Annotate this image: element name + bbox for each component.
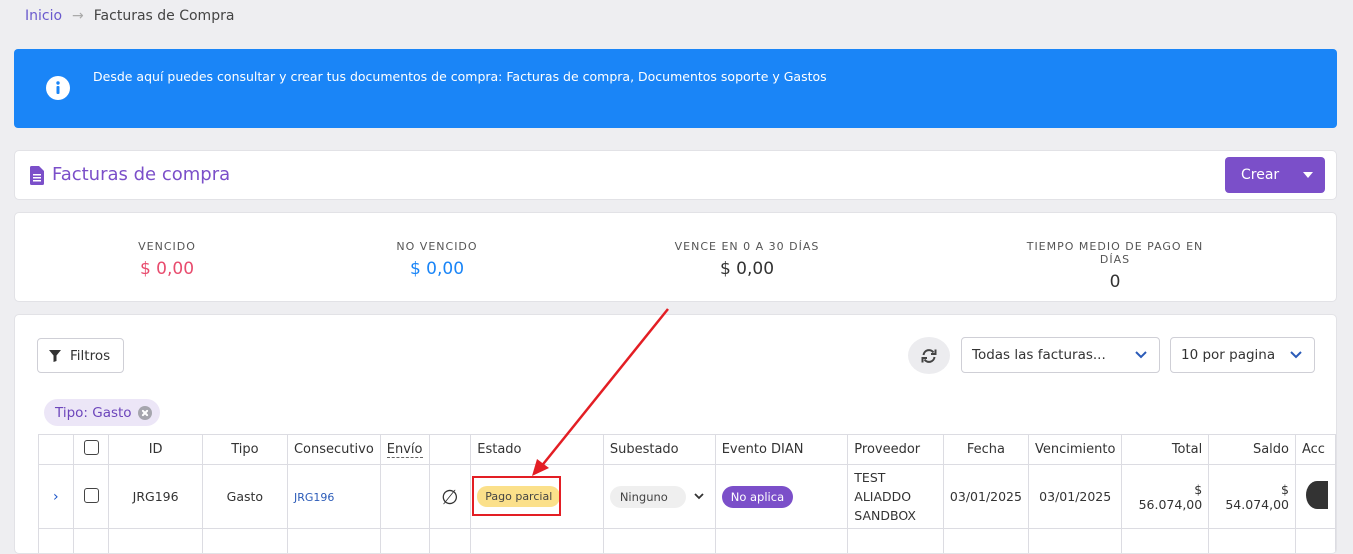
header-expander	[39, 435, 74, 465]
select-all-checkbox[interactable]	[84, 440, 99, 455]
header-proveedor[interactable]: Proveedor	[848, 435, 944, 465]
stat-value: $ 0,00	[377, 259, 497, 279]
header-consecutivo[interactable]: Consecutivo	[287, 435, 380, 465]
filters-button-label: Filtros	[70, 348, 110, 364]
cell-id: JRG196	[109, 465, 202, 529]
chevron-right-icon[interactable]: ›	[53, 489, 59, 505]
filter-chip-tipo: Tipo: Gasto	[44, 399, 160, 426]
header-estado[interactable]: Estado	[471, 435, 604, 465]
header-select-all	[73, 435, 109, 465]
info-banner: Desde aquí puedes consultar y crear tus …	[14, 49, 1337, 128]
chevron-down-icon	[1135, 351, 1147, 359]
actions-button[interactable]	[1306, 481, 1328, 509]
cell-tipo: Gasto	[202, 465, 287, 529]
row-expander[interactable]: ›	[39, 465, 74, 529]
header-fecha[interactable]: Fecha	[943, 435, 1028, 465]
subestado-value: Ninguno	[610, 486, 686, 508]
stat-label: VENCIDO	[117, 240, 217, 253]
header-total[interactable]: Total	[1122, 435, 1209, 465]
filter-icon	[49, 350, 61, 362]
header-envio-label: Envío	[387, 442, 423, 458]
stat-tiempo-medio: TIEMPO MEDIO DE PAGO EN DÍAS 0	[1015, 240, 1215, 292]
chevron-down-icon	[694, 493, 704, 500]
stat-label: NO VENCIDO	[377, 240, 497, 253]
summary-stats-card: VENCIDO $ 0,00 NO VENCIDO $ 0,00 VENCE E…	[14, 212, 1337, 302]
row-select-cell	[73, 465, 109, 529]
breadcrumb-home-link[interactable]: Inicio	[25, 8, 62, 24]
invoices-table: ID Tipo Consecutivo Envío Estado Subesta…	[38, 434, 1336, 554]
highlight-box	[472, 476, 561, 516]
chevron-down-icon[interactable]	[1303, 172, 1313, 178]
cell-evento-dian: No aplica	[715, 465, 848, 529]
row-checkbox[interactable]	[84, 488, 99, 503]
breadcrumb: Inicio → Facturas de Compra	[25, 8, 234, 24]
stat-vence-0-30: VENCE EN 0 A 30 DÍAS $ 0,00	[665, 240, 829, 279]
create-button[interactable]: Crear	[1225, 157, 1325, 193]
header-subestado[interactable]: Subestado	[603, 435, 715, 465]
document-icon	[30, 166, 44, 185]
breadcrumb-current: Facturas de Compra	[94, 8, 235, 24]
invoices-filter-value: Todas las facturas...	[972, 347, 1106, 363]
page-header-card: Facturas de compra Crear	[14, 150, 1337, 200]
cell-proveedor: TEST ALIADDO SANDBOX	[848, 465, 944, 529]
stat-label: VENCE EN 0 A 30 DÍAS	[665, 240, 829, 253]
filters-button[interactable]: Filtros	[37, 338, 124, 373]
refresh-button[interactable]	[908, 337, 950, 374]
header-saldo[interactable]: Saldo	[1209, 435, 1296, 465]
empty-set-icon: ∅	[441, 485, 458, 509]
table-header-row: ID Tipo Consecutivo Envío Estado Subesta…	[39, 435, 1336, 465]
cell-envio-status: ∅	[429, 465, 471, 529]
header-vencimiento[interactable]: Vencimiento	[1028, 435, 1121, 465]
cell-saldo: $ 54.074,00	[1209, 465, 1296, 529]
invoices-filter-select[interactable]: Todas las facturas...	[961, 337, 1160, 373]
header-blank	[429, 435, 471, 465]
breadcrumb-separator: →	[72, 8, 84, 24]
invoices-table-card: Filtros Todas las facturas... 10 por pag…	[14, 314, 1337, 554]
table-row: › JRG196 Gasto JRG196 ∅ Pago parcial Nin…	[39, 465, 1336, 529]
info-icon	[46, 76, 70, 100]
stat-value: $ 0,00	[665, 259, 829, 279]
close-icon[interactable]	[138, 406, 152, 420]
cell-consecutivo: JRG196	[287, 465, 380, 529]
banner-text: Desde aquí puedes consultar y crear tus …	[93, 69, 827, 84]
cell-subestado: Ninguno	[603, 465, 715, 529]
refresh-icon	[921, 349, 937, 363]
chevron-down-icon	[1290, 351, 1302, 359]
cell-envio	[380, 465, 429, 529]
per-page-value: 10 por pagina	[1181, 347, 1275, 363]
cell-total: $ 56.074,00	[1122, 465, 1209, 529]
header-id[interactable]: ID	[109, 435, 202, 465]
cell-fecha: 03/01/2025	[943, 465, 1028, 529]
header-acciones: Acc	[1295, 435, 1335, 465]
cell-acciones	[1295, 465, 1335, 529]
header-tipo[interactable]: Tipo	[202, 435, 287, 465]
stat-value: 0	[1015, 272, 1215, 292]
page-title: Facturas de compra	[52, 164, 230, 185]
cell-estado: Pago parcial	[471, 465, 604, 529]
stat-value: $ 0,00	[117, 259, 217, 279]
stat-label: TIEMPO MEDIO DE PAGO EN DÍAS	[1015, 240, 1215, 266]
subestado-select[interactable]: Ninguno	[610, 486, 704, 508]
table-row	[39, 529, 1336, 554]
filter-chip-label: Tipo: Gasto	[55, 405, 132, 421]
cell-vencimiento: 03/01/2025	[1028, 465, 1121, 529]
header-envio[interactable]: Envío	[380, 435, 429, 465]
consecutivo-link[interactable]: JRG196	[294, 491, 334, 504]
per-page-select[interactable]: 10 por pagina	[1170, 337, 1315, 373]
stat-no-vencido: NO VENCIDO $ 0,00	[377, 240, 497, 279]
stat-vencido: VENCIDO $ 0,00	[117, 240, 217, 279]
dian-event-badge: No aplica	[722, 486, 793, 508]
header-evento-dian[interactable]: Evento DIAN	[715, 435, 848, 465]
create-button-label: Crear	[1241, 167, 1279, 183]
